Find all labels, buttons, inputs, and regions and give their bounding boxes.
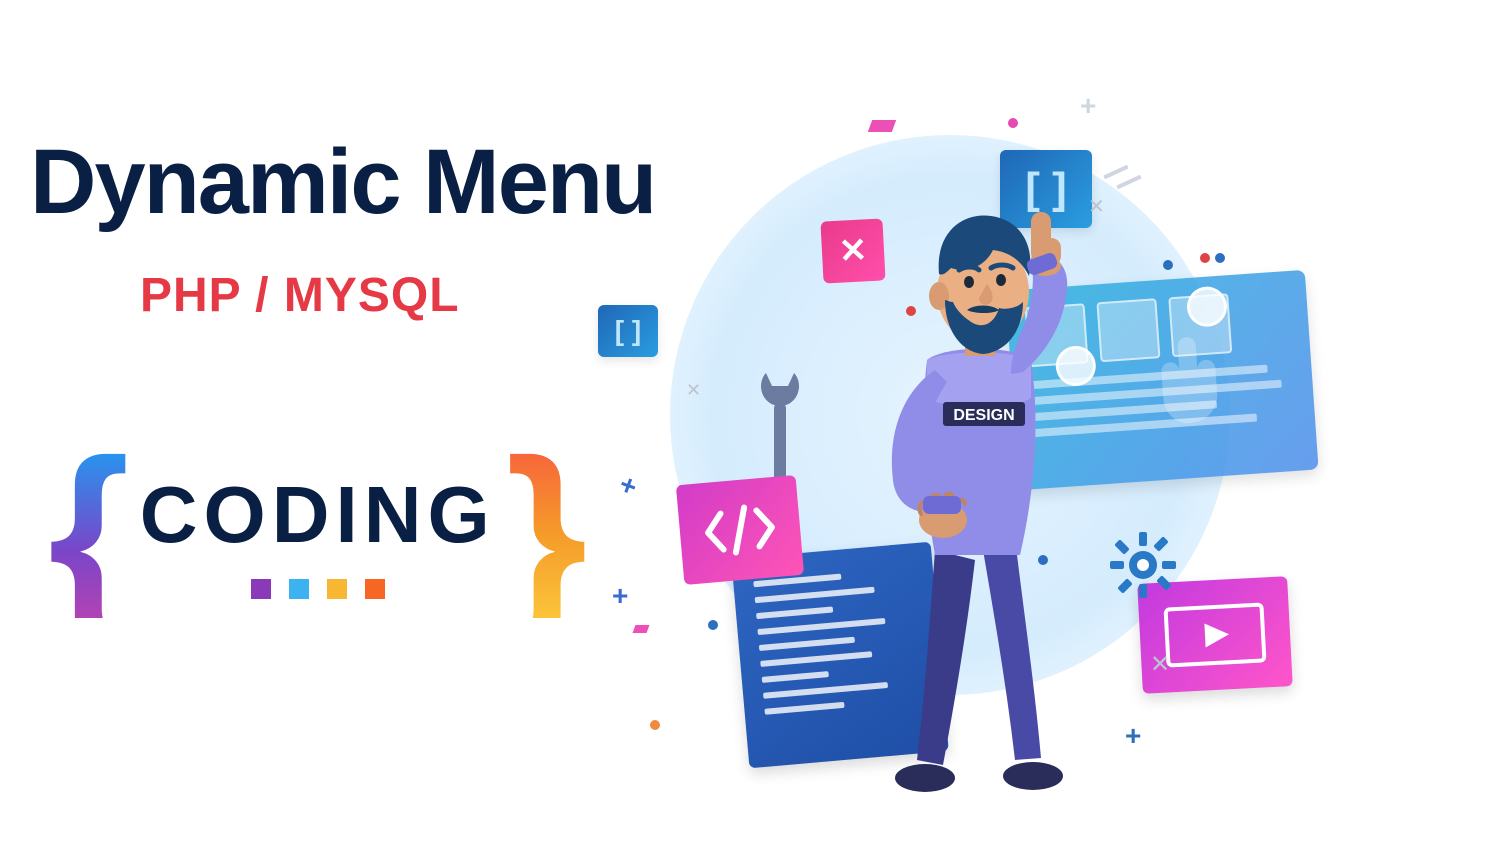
right-brace-icon: } — [506, 450, 588, 618]
plus-icon: + — [615, 468, 641, 504]
x-icon: ✕ — [686, 380, 701, 401]
dash-icon — [633, 625, 650, 633]
dash-icon — [868, 120, 896, 132]
dots-row — [251, 579, 385, 599]
left-brace-icon: { — [48, 450, 130, 618]
dot-purple — [251, 579, 271, 599]
dot-orange — [365, 579, 385, 599]
plus-icon: + — [1080, 90, 1096, 122]
dot-icon — [1008, 118, 1018, 128]
line-icon — [1116, 175, 1141, 190]
dot-blue — [289, 579, 309, 599]
coding-center: CODING — [140, 469, 496, 599]
plus-icon: + — [612, 580, 628, 612]
designer-character: DESIGN — [835, 160, 1115, 800]
dot-yellow — [327, 579, 347, 599]
dot-icon — [708, 620, 718, 630]
coding-word: CODING — [140, 469, 496, 561]
dot-icon — [1200, 253, 1210, 263]
dot-icon — [1163, 260, 1173, 270]
brackets-card-small: [ ] — [598, 305, 658, 357]
code-bracket-icon — [698, 497, 783, 564]
play-icon — [1153, 592, 1277, 678]
code-bracket-card — [676, 475, 804, 585]
plus-icon: + — [1125, 720, 1141, 752]
sub-title: PHP / MYSQL — [140, 268, 460, 323]
gear-icon — [1108, 530, 1178, 600]
shirt-label: DESIGN — [953, 407, 1014, 424]
x-icon: ✕ — [1150, 650, 1170, 679]
illustration: [ ] [ ] ✕ — [580, 80, 1460, 820]
main-title: Dynamic Menu — [30, 130, 655, 235]
dot-icon — [650, 720, 660, 730]
touch-hand-icon — [1139, 325, 1236, 441]
coding-logo: { CODING } — [48, 450, 587, 618]
dot-icon — [1215, 253, 1225, 263]
